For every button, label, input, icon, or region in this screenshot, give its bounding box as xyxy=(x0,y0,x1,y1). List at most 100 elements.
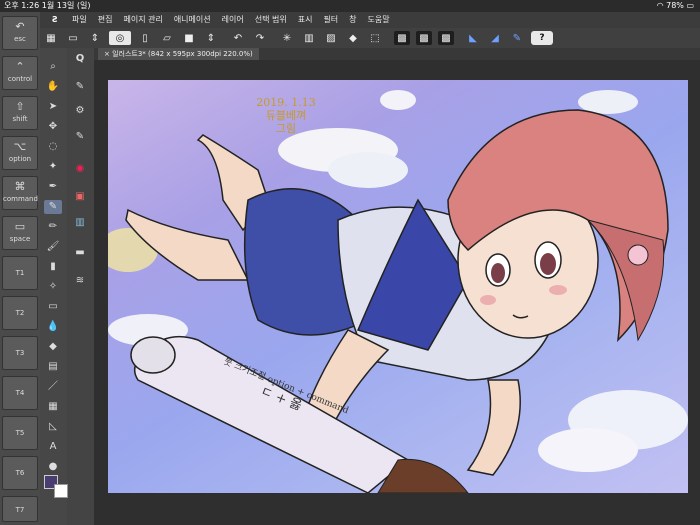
option-icon: ⌥ xyxy=(13,140,27,153)
quick-access-icon[interactable]: Q xyxy=(71,52,89,66)
pen-icon[interactable]: ✎ xyxy=(44,200,62,214)
sub-tool-icon[interactable]: ✎ xyxy=(71,80,89,94)
eraser-tool-icon[interactable]: ▭ xyxy=(44,300,62,314)
command-key[interactable]: ⌘ command xyxy=(2,176,38,210)
menu-page[interactable]: 페이지 관리 xyxy=(123,12,162,28)
hand-icon[interactable]: ✋ xyxy=(44,80,62,94)
color-history-icon[interactable]: ▥ xyxy=(71,216,89,230)
command-icon: ⌘ xyxy=(14,180,26,193)
tool-key-t7[interactable]: T7 xyxy=(2,496,38,522)
tool-key-t3[interactable]: T3 xyxy=(2,336,38,370)
esc-key[interactable]: ↶ esc xyxy=(2,16,38,50)
open-folder-icon[interactable]: ▱ xyxy=(159,31,175,45)
grid-menu-icon[interactable]: ▦ xyxy=(43,31,59,45)
scroll-up-down-icon[interactable]: ⇕ xyxy=(87,31,103,45)
battery-percent: 78% xyxy=(666,1,684,10)
date-note: 2019. 1.13 듀블베껴 그림 xyxy=(256,96,316,135)
menu-selection[interactable]: 선택 범위 xyxy=(255,12,287,28)
color-set-icon[interactable]: ▣ xyxy=(71,190,89,204)
menu-file[interactable]: 파일 xyxy=(72,12,87,28)
menu-animation[interactable]: 애니메이션 xyxy=(174,12,211,28)
tool-key-t4[interactable]: T4 xyxy=(2,376,38,410)
deselect-icon[interactable]: ▩ xyxy=(416,31,432,45)
decoration-icon[interactable]: ✧ xyxy=(44,280,62,294)
selection-icon[interactable]: ▩ xyxy=(394,31,410,45)
control-key[interactable]: ⌃ control xyxy=(2,56,38,90)
sub-color-swatch[interactable] xyxy=(54,484,68,498)
move-layer-icon[interactable]: ✥ xyxy=(44,120,62,134)
export-icon[interactable]: ⇕ xyxy=(203,31,219,45)
companion-icon[interactable]: ◎ xyxy=(109,31,131,45)
sub-tool-palette: Q ✎ ⚙ ✎ ◉ ▣ ▥ ▬ ≋ xyxy=(67,48,95,525)
ruler-tool-icon[interactable]: ◺ xyxy=(44,420,62,434)
shift-icon: ⇧ xyxy=(15,100,25,113)
layer-property-icon[interactable]: ▬ xyxy=(71,246,89,260)
invert-selection-icon[interactable]: ▩ xyxy=(438,31,454,45)
layer-icon[interactable]: ≋ xyxy=(71,274,89,288)
close-icon[interactable]: × xyxy=(104,50,112,58)
battery-icon: ▭ xyxy=(686,1,694,10)
new-file-icon[interactable]: ▭ xyxy=(65,31,81,45)
ios-status-bar: 오후 1:26 1월 13일 (일) ◠ 78% ▭ xyxy=(0,0,700,12)
blend-icon[interactable]: 💧 xyxy=(44,320,62,334)
status-date: 1월 13일 (일) xyxy=(41,1,91,10)
figure-icon[interactable]: ／ xyxy=(44,380,62,394)
menu-bar: Ƨ 파일 편집 페이지 관리 애니메이션 레이어 선택 범위 표시 필터 창 도… xyxy=(40,12,700,28)
pencil-icon[interactable]: ✏ xyxy=(44,220,62,234)
transform-icon[interactable]: ⬚ xyxy=(367,31,383,45)
zoom-icon[interactable]: ⌕ xyxy=(44,60,62,74)
document-tab-bar: × 일러스트3* (842 x 595px 300dpi 220.0%) xyxy=(94,48,700,60)
command-bar: ▦ ▭ ⇕ ◎ ▯ ▱ ■ ⇕ ↶ ↷ ✳ ▥ ▨ ◆ ⬚ ▩ ▩ ▩ ◣ ◢ … xyxy=(40,28,700,49)
tool-key-t5[interactable]: T5 xyxy=(2,416,38,450)
shift-key[interactable]: ⇧ shift xyxy=(2,96,38,130)
fill-icon[interactable]: ▨ xyxy=(323,31,339,45)
snap-ruler-icon[interactable]: ◢ xyxy=(487,31,503,45)
frame-icon[interactable]: ▦ xyxy=(44,400,62,414)
pen-pressure-icon[interactable]: ✎ xyxy=(509,31,525,45)
space-icon: ▭ xyxy=(14,220,26,233)
tool-key-t6[interactable]: T6 xyxy=(2,456,38,490)
help-button[interactable]: ? xyxy=(531,31,553,45)
ruler-icon[interactable]: ◣ xyxy=(465,31,481,45)
save-icon[interactable]: ■ xyxy=(181,31,197,45)
tool-palette: ⌕ ✋ ➤ ✥ ◌ ✦ ✒ ✎ ✏ 🖌 ▮ ✧ ▭ 💧 ◆ ▤ ／ ▦ ◺ A … xyxy=(40,48,68,525)
wifi-icon: ◠ xyxy=(656,1,664,10)
canvas-area[interactable]: 2019. 1.13 듀블베껴 그림 붓 크기조절 option + comma… xyxy=(94,60,700,525)
document-tab[interactable]: × 일러스트3* (842 x 595px 300dpi 220.0%) xyxy=(98,48,259,60)
app-logo-icon[interactable]: Ƨ xyxy=(46,12,64,28)
eraser-icon[interactable]: ◆ xyxy=(345,31,361,45)
menu-layer[interactable]: 레이어 xyxy=(222,12,244,28)
option-key[interactable]: ⌥ option xyxy=(2,136,38,170)
color-wheel-icon[interactable]: ◉ xyxy=(71,162,89,176)
brush-size-icon[interactable]: ✎ xyxy=(71,130,89,144)
magic-wand-icon[interactable]: ✦ xyxy=(44,160,62,174)
balloon-icon[interactable]: ● xyxy=(44,460,62,474)
tool-key-t1[interactable]: T1 xyxy=(2,256,38,290)
menu-edit[interactable]: 편집 xyxy=(98,12,113,28)
clear-icon[interactable]: ▥ xyxy=(301,31,317,45)
loading-icon[interactable]: ✳ xyxy=(279,31,295,45)
text-icon[interactable]: A xyxy=(44,440,62,454)
redo-icon[interactable]: ↷ xyxy=(252,31,268,45)
menu-help[interactable]: 도움말 xyxy=(368,12,390,28)
menu-window[interactable]: 창 xyxy=(349,12,356,28)
status-time: 오후 1:26 xyxy=(4,1,40,10)
menu-view[interactable]: 표시 xyxy=(298,12,313,28)
operation-icon[interactable]: ➤ xyxy=(44,100,62,114)
undo-arrow-icon: ↶ xyxy=(15,20,25,33)
illustration-canvas[interactable]: 2019. 1.13 듀블베껴 그림 붓 크기조절 option + comma… xyxy=(108,80,688,493)
lasso-icon[interactable]: ◌ xyxy=(44,140,62,154)
brush-icon[interactable]: 🖌 xyxy=(44,240,62,254)
control-icon: ⌃ xyxy=(15,60,25,73)
airbrush-icon[interactable]: ▮ xyxy=(44,260,62,274)
undo-icon[interactable]: ↶ xyxy=(230,31,246,45)
tool-key-t2[interactable]: T2 xyxy=(2,296,38,330)
menu-filter[interactable]: 필터 xyxy=(323,12,338,28)
gradient-icon[interactable]: ▤ xyxy=(44,360,62,374)
illustration-artwork xyxy=(108,90,688,493)
fill-tool-icon[interactable]: ◆ xyxy=(44,340,62,354)
eyedropper-icon[interactable]: ✒ xyxy=(44,180,62,194)
tool-property-icon[interactable]: ⚙ xyxy=(71,104,89,118)
space-key[interactable]: ▭ space xyxy=(2,216,38,250)
new-document-icon[interactable]: ▯ xyxy=(137,31,153,45)
